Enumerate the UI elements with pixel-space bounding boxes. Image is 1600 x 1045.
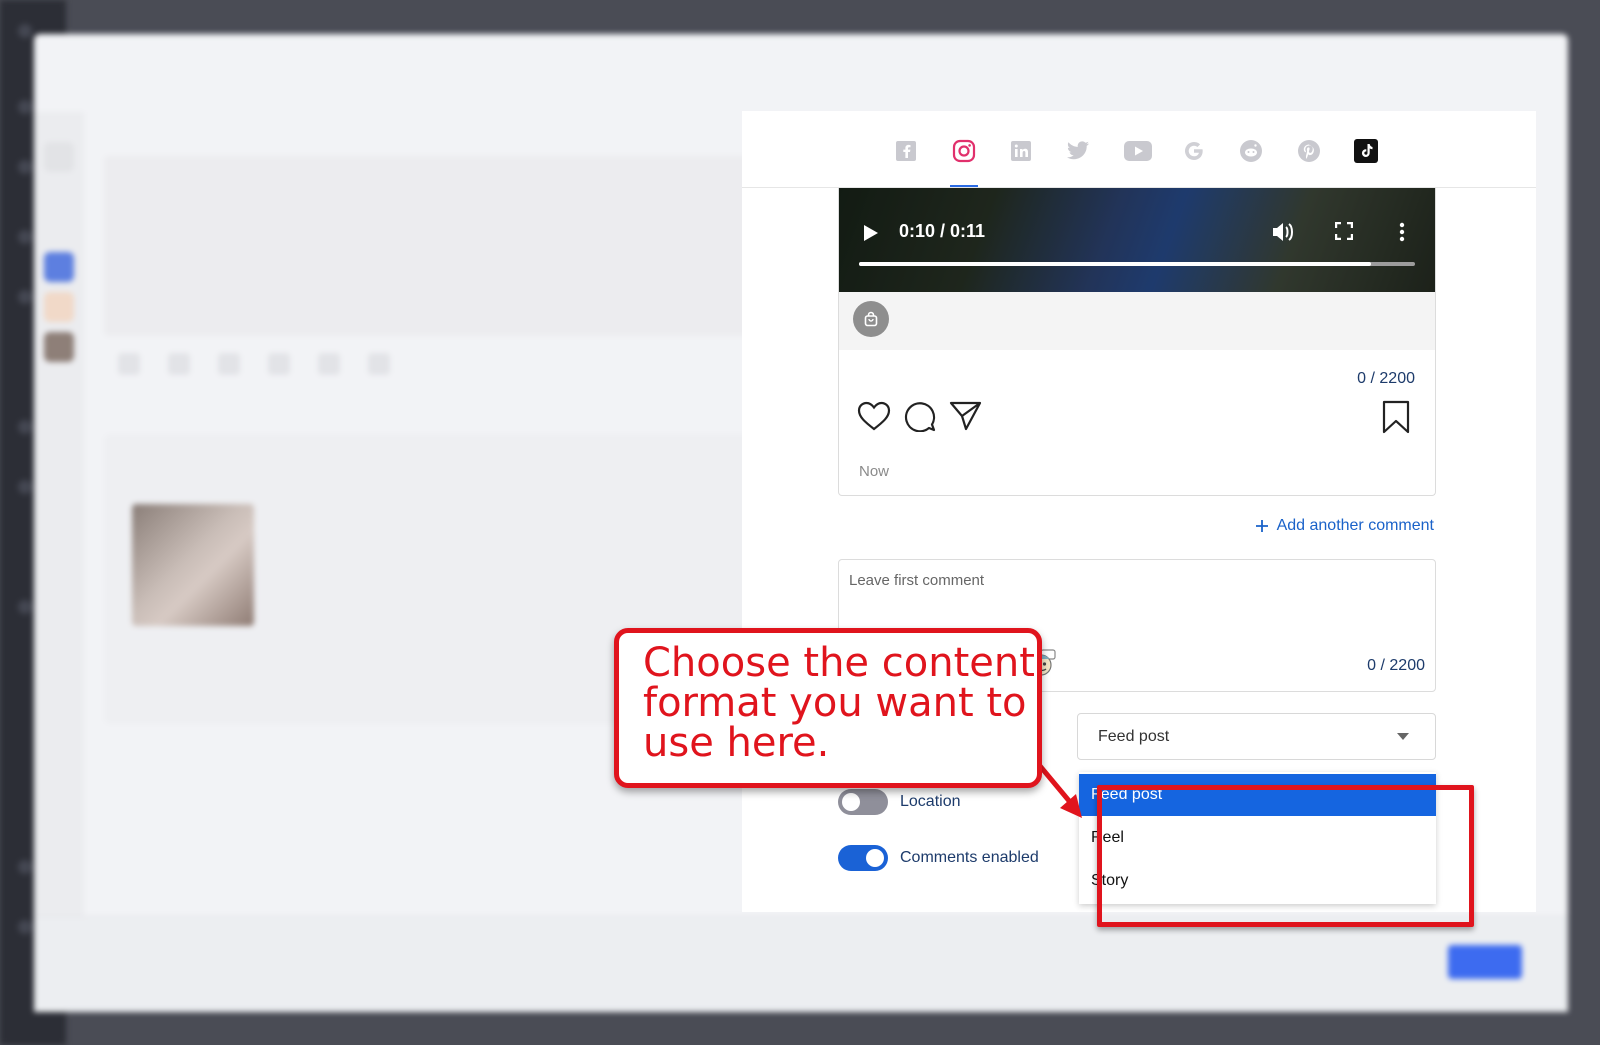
comment-icon[interactable] — [903, 400, 937, 432]
tab-google[interactable] — [1182, 139, 1206, 163]
plus-icon — [1255, 520, 1268, 532]
tab-instagram[interactable] — [950, 139, 978, 187]
annotation-callout: Choose the content format you want to us… — [614, 628, 1042, 788]
pinterest-icon — [1298, 140, 1320, 162]
add-comment-label: Add another comment — [1276, 517, 1434, 534]
comments-enabled-label: Comments enabled — [900, 849, 1039, 866]
location-label: Location — [900, 793, 961, 810]
google-icon — [1184, 142, 1203, 161]
facebook-icon — [896, 141, 916, 161]
content-format-value: Feed post — [1098, 728, 1170, 745]
twitter-icon — [1067, 141, 1089, 160]
network-tabs — [742, 111, 1536, 188]
instagram-icon — [952, 139, 976, 163]
play-icon[interactable] — [863, 224, 879, 242]
more-options-icon[interactable] — [1399, 222, 1405, 242]
account-rail — [34, 112, 84, 942]
volume-icon[interactable] — [1271, 221, 1295, 243]
caption-char-count: 0 / 2200 — [1357, 370, 1415, 387]
linkedin-icon — [1011, 141, 1031, 161]
tab-twitter[interactable] — [1066, 139, 1090, 163]
fullscreen-icon[interactable] — [1335, 222, 1353, 240]
post-actions — [857, 400, 983, 432]
comments-enabled-toggle[interactable] — [838, 845, 888, 871]
first-comment-placeholder: Leave first comment — [849, 572, 985, 589]
shopping-bag-icon — [864, 311, 878, 327]
reddit-icon — [1240, 140, 1262, 162]
shopping-bag-button[interactable] — [853, 301, 889, 337]
add-another-comment-link[interactable]: Add another comment — [1255, 517, 1434, 535]
location-toggle-row: Location — [838, 789, 961, 815]
post-button — [1448, 945, 1522, 979]
youtube-icon — [1124, 141, 1152, 161]
tab-tiktok[interactable] — [1354, 139, 1378, 163]
tab-youtube[interactable] — [1123, 139, 1153, 163]
tab-facebook[interactable] — [894, 139, 918, 163]
video-time: 0:10 / 0:11 — [899, 221, 986, 241]
annotation-text: Choose the content format you want to us… — [643, 640, 1035, 766]
share-icon[interactable] — [949, 400, 983, 432]
comment-char-count: 0 / 2200 — [1367, 657, 1425, 674]
video-progress-bar[interactable] — [859, 262, 1415, 266]
video-player[interactable]: 0:10 / 0:11 — [839, 188, 1435, 292]
content-format-select[interactable]: Feed post — [1077, 713, 1436, 760]
video-thumbnail — [132, 504, 254, 626]
location-toggle[interactable] — [838, 789, 888, 815]
editor-toolbar — [104, 344, 764, 384]
tiktok-icon — [1354, 139, 1378, 163]
shopping-bar — [839, 292, 1435, 350]
tab-reddit[interactable] — [1239, 139, 1263, 163]
heart-icon[interactable] — [857, 400, 891, 432]
modal-footer — [34, 916, 1568, 1012]
post-timestamp: Now — [859, 463, 890, 480]
annotation-arrow — [1037, 763, 1082, 818]
tab-pinterest[interactable] — [1297, 139, 1321, 163]
chevron-down-icon — [1397, 733, 1409, 740]
dropdown-highlight-box — [1097, 785, 1474, 927]
instagram-post-preview: 0:10 / 0:11 0 / 2200 Now — [838, 188, 1436, 496]
bookmark-icon[interactable] — [1381, 400, 1411, 434]
editor-textarea — [104, 156, 764, 336]
tab-linkedin[interactable] — [1009, 139, 1033, 163]
comments-toggle-row: Comments enabled — [838, 845, 1039, 871]
video-progress-fill — [859, 262, 1371, 266]
